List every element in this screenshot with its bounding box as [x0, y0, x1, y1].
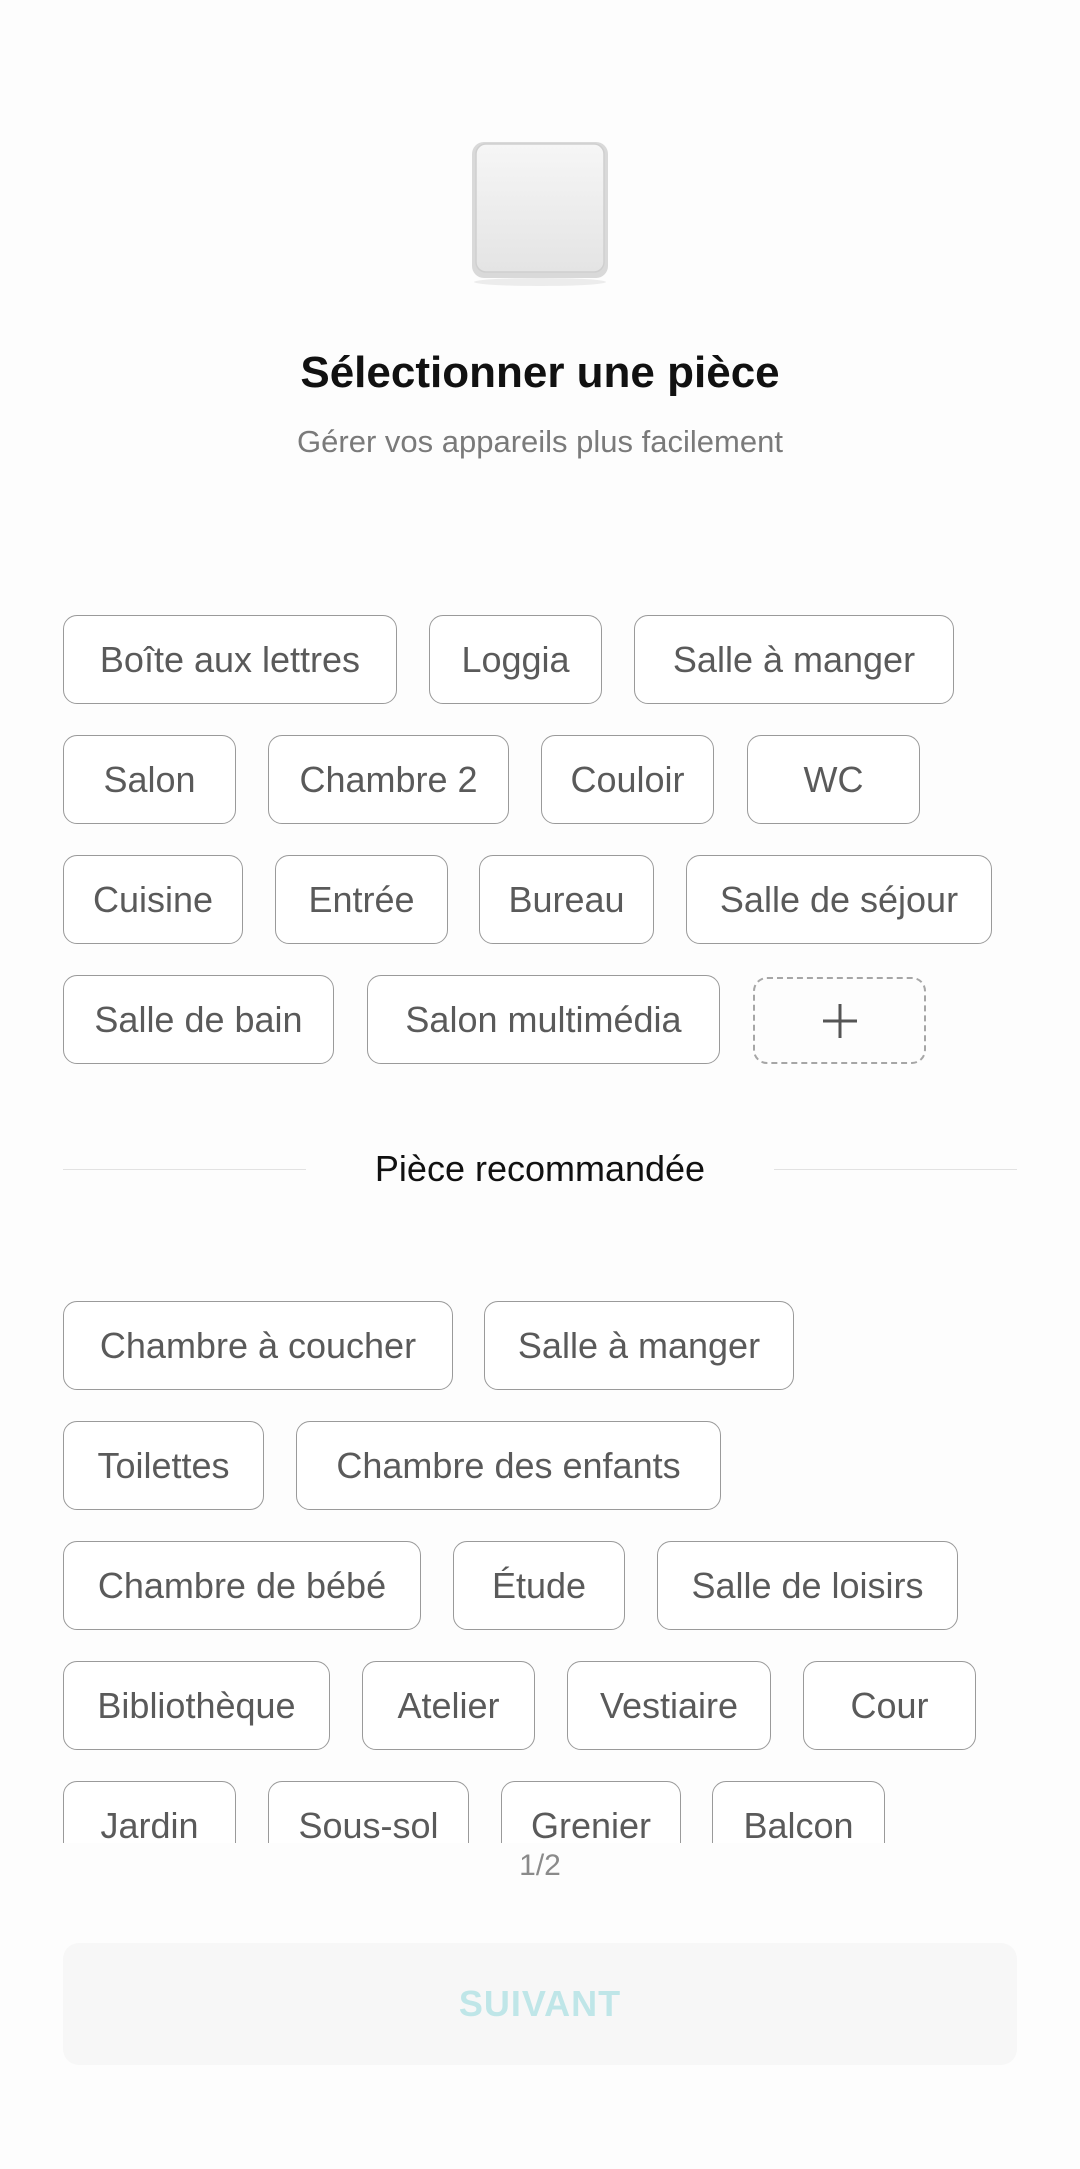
room-chip[interactable]: Cuisine [63, 855, 243, 944]
recommended-room-chip[interactable]: Toilettes [63, 1421, 264, 1510]
recommended-room-chip[interactable]: Cour [803, 1661, 976, 1750]
recommended-room-chip[interactable]: Chambre à coucher [63, 1301, 453, 1390]
recommended-room-list[interactable]: Chambre à coucher Salle à manger Toilett… [0, 1270, 1080, 1843]
recommended-room-chip[interactable]: Chambre des enfants [296, 1421, 721, 1510]
room-chip[interactable]: Chambre 2 [268, 735, 509, 824]
next-button[interactable]: SUIVANT [63, 1943, 1017, 2065]
room-chip[interactable]: Salle de bain [63, 975, 334, 1064]
room-chip[interactable]: Entrée [275, 855, 448, 944]
recommended-room-chip[interactable]: Salle de loisirs [657, 1541, 958, 1630]
recommended-room-chip[interactable]: Sous-sol [268, 1781, 469, 1843]
room-chip[interactable]: Bureau [479, 855, 654, 944]
recommended-room-chip[interactable]: Grenier [501, 1781, 681, 1843]
room-chip[interactable]: Salon [63, 735, 236, 824]
recommended-section-label: Pièce recommandée [374, 1148, 706, 1189]
room-chip[interactable]: Boîte aux lettres [63, 615, 397, 704]
recommended-room-chip[interactable]: Vestiaire [567, 1661, 771, 1750]
page-title: Sélectionner une pièce [300, 348, 780, 397]
recommended-room-chip[interactable]: Jardin [63, 1781, 236, 1843]
divider-line-right [774, 1169, 1017, 1170]
page-subtitle: Gérer vos appareils plus facilement [297, 424, 783, 459]
plus-icon [822, 1003, 857, 1038]
recommended-room-chip[interactable]: Étude [453, 1541, 625, 1630]
recommended-room-chip[interactable]: Atelier [362, 1661, 535, 1750]
recommended-room-chip[interactable]: Salle à manger [484, 1301, 794, 1390]
recommended-room-chip[interactable]: Balcon [712, 1781, 885, 1843]
recommended-room-chip[interactable]: Chambre de bébé [63, 1541, 421, 1630]
room-chip[interactable]: Loggia [429, 615, 602, 704]
divider-line-left [63, 1169, 306, 1170]
room-chip[interactable]: Couloir [541, 735, 714, 824]
add-room-button[interactable] [753, 977, 926, 1064]
light-switch-icon [468, 138, 612, 290]
page-indicator: 1/2 [519, 1849, 561, 1882]
room-chip[interactable]: Salle de séjour [686, 855, 992, 944]
recommended-room-chip[interactable]: Bibliothèque [63, 1661, 330, 1750]
room-chip[interactable]: Salle à manger [634, 615, 954, 704]
room-chip[interactable]: WC [747, 735, 920, 824]
room-chip[interactable]: Salon multimédia [367, 975, 720, 1064]
